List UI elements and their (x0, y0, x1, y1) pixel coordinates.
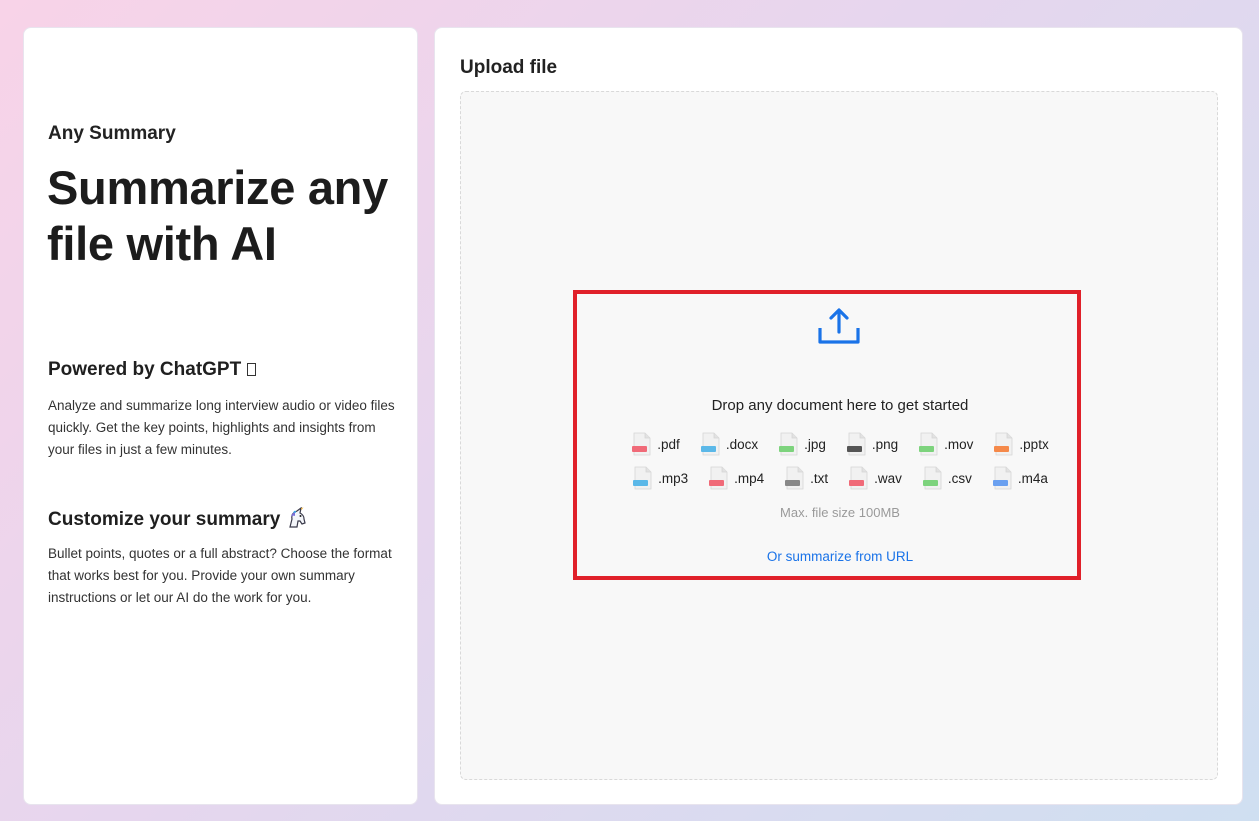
file-types-row: .pdf .docx .jpg .png .mov .pptx (461, 432, 1219, 456)
max-file-size: Max. file size 100MB (780, 505, 900, 520)
file-type-mov: .mov (918, 432, 973, 456)
jpg-file-icon (778, 432, 800, 456)
file-type-csv: .csv (922, 466, 972, 490)
pdf-file-icon (631, 432, 653, 456)
file-type-pptx: .pptx (993, 432, 1049, 456)
m4a-file-icon (992, 466, 1014, 490)
brand-name: Any Summary (48, 123, 176, 144)
summarize-from-url-link[interactable]: Or summarize from URL (461, 549, 1219, 564)
file-type-label: .jpg (804, 436, 826, 452)
file-type-mp3: .mp3 (632, 466, 688, 490)
file-dropzone[interactable]: Drop any document here to get started .p… (460, 91, 1218, 780)
mp4-file-icon (708, 466, 730, 490)
file-type-png: .png (846, 432, 898, 456)
file-type-label: .wav (874, 470, 902, 486)
file-type-label: .png (871, 436, 899, 452)
feature-title-chatgpt: Powered by ChatGPT (48, 359, 257, 381)
feature-title-customize: Customize your summary (48, 506, 308, 531)
file-type-pdf: .pdf (631, 432, 680, 456)
feature-description-customize: Bullet points, quotes or a full abstract… (48, 546, 392, 605)
png-file-icon (846, 432, 868, 456)
file-type-label: .m4a (1017, 470, 1048, 486)
file-type-label: .csv (947, 470, 972, 486)
wav-file-icon (848, 466, 870, 490)
file-type-label: .docx (725, 436, 759, 452)
file-type-label: .mov (944, 436, 974, 452)
intro-panel: Any Summary Summarize any file with AI P… (23, 27, 418, 805)
file-type-mp4: .mp4 (708, 466, 764, 490)
file-type-label: .mp4 (734, 470, 765, 486)
upload-title: Upload file (460, 57, 558, 78)
file-type-label: .pdf (657, 436, 680, 452)
missing-glyph-icon (247, 363, 257, 376)
file-type-m4a: .m4a (992, 466, 1048, 490)
file-type-wav: .wav (848, 466, 902, 490)
pptx-file-icon (993, 432, 1015, 456)
txt-file-icon (784, 466, 806, 490)
unicorn-icon (286, 506, 308, 529)
file-types-row: .mp3 .mp4 .txt .wav .csv .m4a (461, 466, 1219, 490)
upload-icon[interactable] (817, 306, 861, 346)
file-type-label: .mp3 (658, 470, 689, 486)
mov-file-icon (918, 432, 940, 456)
file-type-label: .txt (810, 470, 829, 486)
mp3-file-icon (632, 466, 654, 490)
file-type-txt: .txt (784, 466, 828, 490)
csv-file-icon (922, 466, 944, 490)
docx-file-icon (700, 432, 722, 456)
page-headline: Summarize any file with AI (47, 161, 388, 270)
feature-description-chatgpt: Analyze and summarize long interview aud… (48, 398, 395, 457)
file-type-docx: .docx (700, 432, 758, 456)
drop-instructions: Drop any document here to get started (711, 397, 969, 414)
file-type-label: .pptx (1019, 436, 1049, 452)
file-type-jpg: .jpg (778, 432, 826, 456)
upload-panel: Upload file Drop any document here to ge… (434, 27, 1243, 805)
